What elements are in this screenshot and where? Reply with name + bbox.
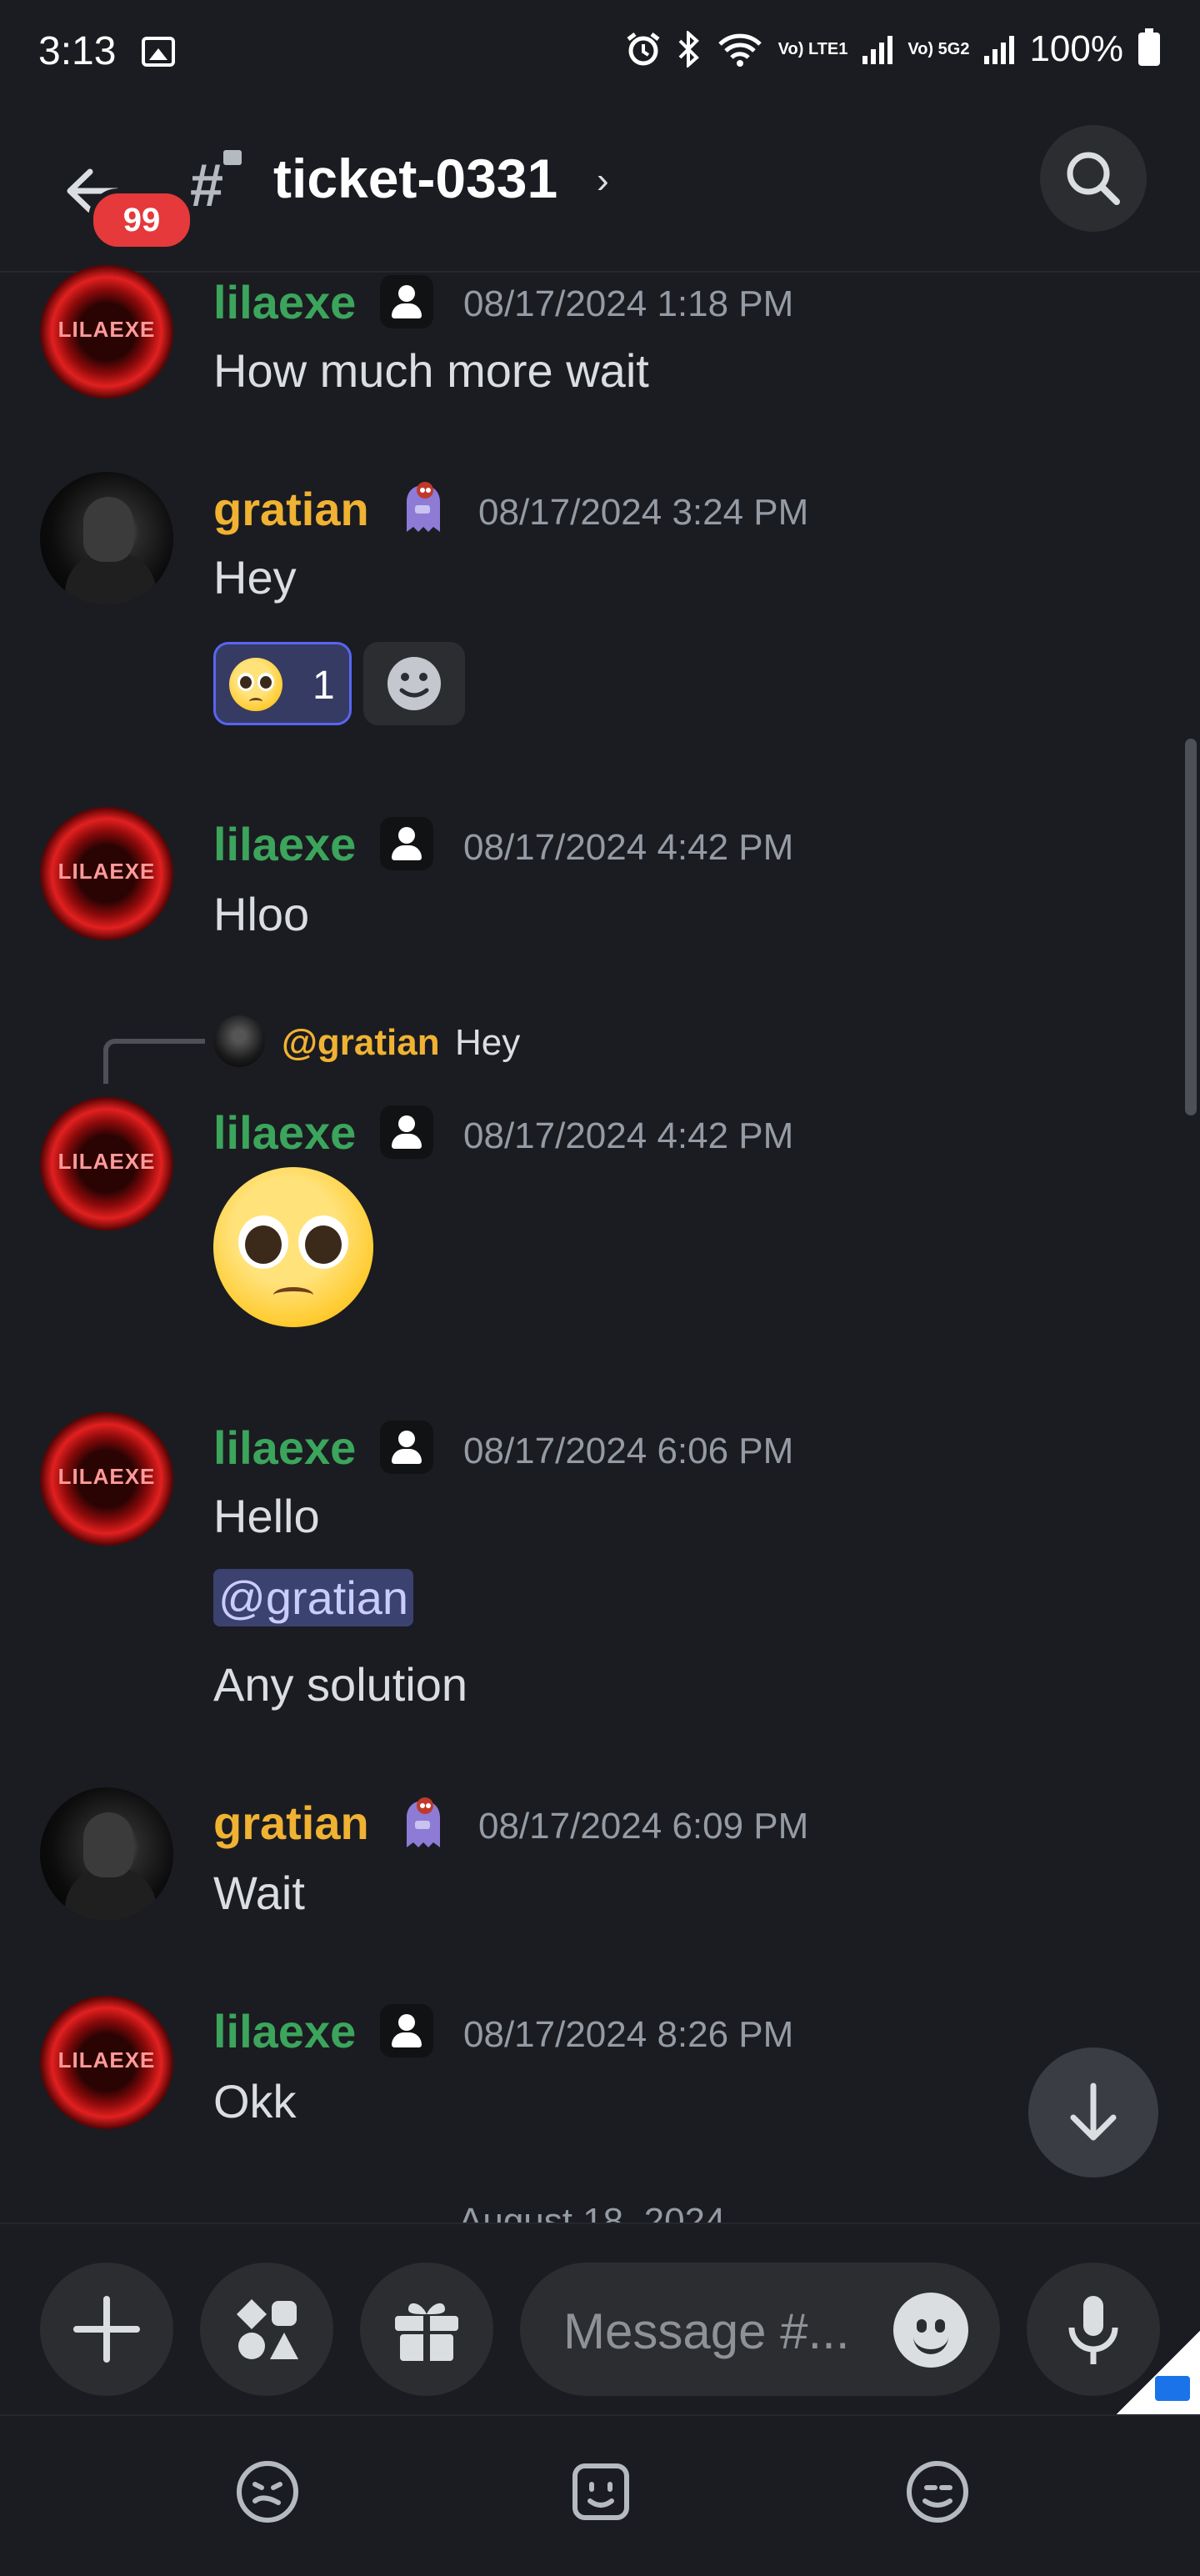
message-placeholder: Message #... <box>563 2303 850 2359</box>
person-role-icon[interactable] <box>380 1105 433 1159</box>
avatar-logo-text: LILAEXE <box>58 1149 156 1174</box>
timestamp: 08/17/2024 6:06 PM <box>463 1431 794 1471</box>
mascot-badge-icon[interactable] <box>395 477 450 535</box>
add-reaction-icon <box>388 657 441 710</box>
screenshot-folder-badge[interactable] <box>1117 2331 1200 2414</box>
message-composer: Message #... <box>0 2223 1200 2416</box>
person-role-icon[interactable] <box>380 1421 433 1474</box>
reply-avatar[interactable] <box>213 1015 265 1067</box>
arrow-down-icon <box>1070 2082 1117 2141</box>
reply-connector <box>103 1039 205 1084</box>
plus-icon <box>73 2296 140 2363</box>
signal-icon <box>862 34 893 64</box>
reaction-pleading[interactable]: 1 <box>213 642 352 725</box>
folder-icon <box>1155 2376 1190 2401</box>
emoji-tab-button[interactable] <box>900 2454 975 2529</box>
status-time: 3:13 <box>38 29 117 73</box>
apps-button[interactable] <box>200 2263 333 2396</box>
battery-icon <box>1138 28 1160 66</box>
message-text: Hey <box>213 551 297 604</box>
hashtag-lock-icon: # <box>190 153 224 219</box>
author-name[interactable]: lilaexe <box>213 817 356 871</box>
gif-face-icon <box>237 2461 298 2523</box>
alarm-icon <box>627 33 660 66</box>
signal-icon-2 <box>984 34 1015 64</box>
message-text: Hello <box>213 1490 320 1542</box>
avatar[interactable]: LILAEXE <box>40 1097 173 1230</box>
author-name[interactable]: lilaexe <box>213 2004 356 2058</box>
timestamp: 08/17/2024 3:24 PM <box>478 492 809 533</box>
avatar[interactable] <box>40 472 173 605</box>
attach-button[interactable] <box>40 2263 173 2396</box>
sticker-tab-button[interactable] <box>563 2454 638 2529</box>
avatar-logo-text: LILAEXE <box>58 317 156 342</box>
network-label-1: Vo) LTE1 <box>778 40 848 58</box>
reaction-count: 1 <box>312 664 335 708</box>
lock-icon <box>223 150 242 165</box>
reply-author[interactable]: @gratian <box>282 1022 440 1064</box>
avatar[interactable]: LILAEXE <box>40 265 173 398</box>
channel-header: 99 # ticket-0331 › <box>0 108 1200 273</box>
message-text: Wait <box>213 1867 305 1919</box>
author-name[interactable]: gratian <box>213 482 369 536</box>
unread-badge: 99 <box>88 188 195 252</box>
timestamp: 08/17/2024 8:26 PM <box>463 2014 794 2055</box>
mascot-badge-icon[interactable] <box>395 1792 450 1851</box>
person-role-icon[interactable] <box>380 275 433 328</box>
reply-preview-text[interactable]: Hey <box>455 1022 520 1064</box>
network-label-2: Vo) 5G2 <box>908 40 970 58</box>
emoji-icon[interactable] <box>893 2293 968 2368</box>
gift-icon <box>395 2303 458 2363</box>
author-name[interactable]: lilaexe <box>213 275 356 329</box>
person-role-icon[interactable] <box>380 2004 433 2057</box>
timestamp: 08/17/2024 4:42 PM <box>463 827 794 868</box>
user-mention[interactable]: @gratian <box>213 1569 414 1626</box>
battery-percent: 100% <box>1029 28 1123 69</box>
date-divider: August 18, 2024 <box>458 2201 726 2223</box>
avatar-logo-text: LILAEXE <box>58 2047 156 2072</box>
emoji-outline-icon <box>907 2461 968 2523</box>
message-input[interactable]: Message #... <box>520 2263 1000 2396</box>
search-button[interactable] <box>1040 125 1147 232</box>
status-bar: 3:13 Vo) LTE1 Vo) 5G2 100% <box>0 0 1200 108</box>
author-name[interactable]: lilaexe <box>213 1105 356 1160</box>
channel-title[interactable]: ticket-0331 <box>273 147 558 210</box>
avatar-logo-text: LILAEXE <box>58 1464 156 1489</box>
message-text: How much more wait <box>213 344 649 397</box>
avatar[interactable]: LILAEXE <box>40 1412 173 1546</box>
avatar[interactable]: LILAEXE <box>40 807 173 940</box>
gallery-icon <box>142 37 175 67</box>
message-text: Okk <box>213 2075 297 2127</box>
bottom-nav <box>0 2414 1200 2576</box>
avatar[interactable] <box>40 1787 173 1921</box>
gift-button[interactable] <box>360 2263 493 2396</box>
apps-icon <box>237 2299 298 2359</box>
gif-tab-button[interactable] <box>230 2454 305 2529</box>
author-name[interactable]: gratian <box>213 1796 369 1850</box>
timestamp: 08/17/2024 4:42 PM <box>463 1115 794 1156</box>
author-name[interactable]: lilaexe <box>213 1421 356 1475</box>
avatar[interactable]: LILAEXE <box>40 1996 173 2129</box>
status-icons: Vo) LTE1 Vo) 5G2 100% <box>625 28 1160 70</box>
message-text: Any solution <box>213 1658 468 1711</box>
pleading-face-icon <box>229 658 282 711</box>
bluetooth-icon <box>678 31 699 68</box>
person-role-icon[interactable] <box>380 817 433 870</box>
wifi-icon <box>718 33 762 67</box>
message-text: Hloo <box>213 888 310 940</box>
timestamp: 08/17/2024 6:09 PM <box>478 1806 809 1847</box>
timestamp: 08/17/2024 1:18 PM <box>463 283 794 324</box>
scrollbar[interactable] <box>1185 739 1197 1115</box>
add-reaction-button[interactable] <box>363 642 465 725</box>
chevron-right-icon[interactable]: › <box>597 160 609 202</box>
avatar-logo-text: LILAEXE <box>58 859 156 884</box>
pleading-face-icon <box>213 1167 373 1327</box>
sticker-icon <box>572 2463 629 2520</box>
search-icon <box>1067 152 1120 205</box>
jump-to-present-button[interactable] <box>1028 2047 1158 2178</box>
